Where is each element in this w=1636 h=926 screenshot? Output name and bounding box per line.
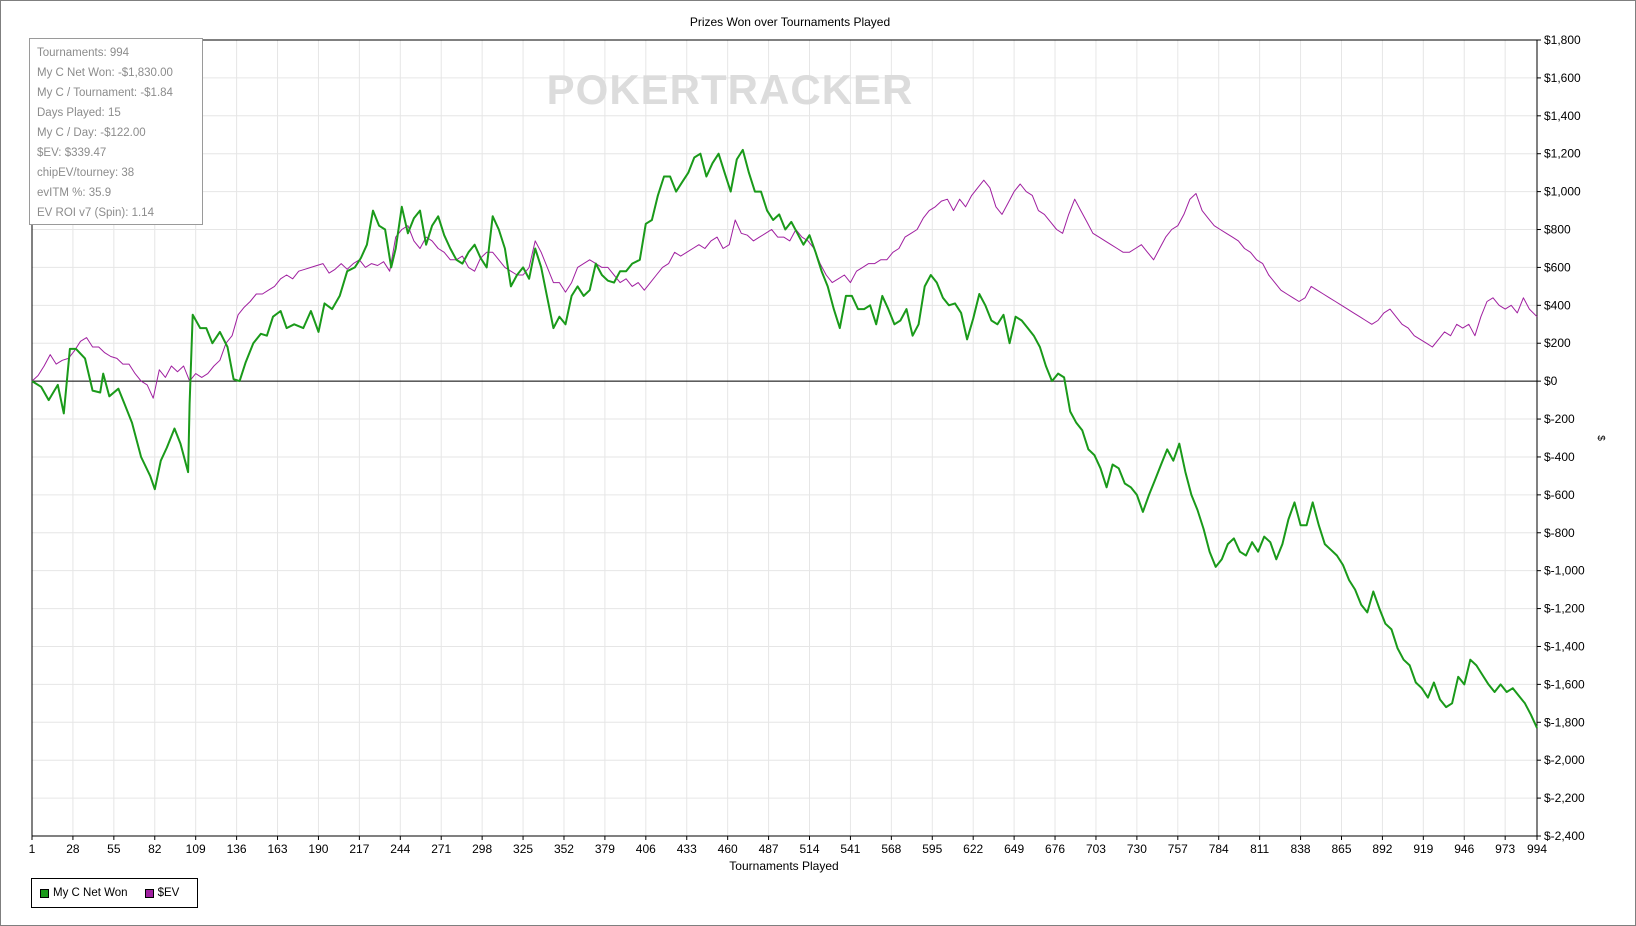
- x-tick-label: 649: [1004, 842, 1024, 856]
- y-tick-label: $-1,200: [1544, 602, 1585, 616]
- legend-swatch-net-won: [40, 888, 49, 898]
- x-tick-label: 325: [513, 842, 533, 856]
- x-tick-label: 244: [390, 842, 410, 856]
- legend-item-ev: $EV: [144, 887, 180, 899]
- legend-item-net-won: My C Net Won: [40, 887, 128, 899]
- y-axis: $1,800 $1,600 $1,400 $1,200 $1,000 $800 $600 $4…: [1537, 33, 1585, 843]
- x-tick-label: 919: [1413, 842, 1433, 856]
- legend: My C Net Won $EV: [31, 878, 198, 908]
- y-tick-label: $-2,000: [1544, 753, 1585, 767]
- y-tick-label: $1,600: [1544, 71, 1581, 85]
- x-tick-label: 406: [636, 842, 656, 856]
- x-tick-label: 109: [186, 842, 206, 856]
- x-tick-label: 514: [799, 842, 819, 856]
- y-tick-label: $-800: [1544, 526, 1575, 540]
- x-tick-label: 892: [1372, 842, 1392, 856]
- x-tick-label: 811: [1250, 842, 1269, 856]
- stat-per-tournament: My C / Tournament: -$1.84: [37, 87, 173, 99]
- x-tick-label: 973: [1495, 842, 1515, 856]
- x-tick-label: 730: [1127, 842, 1147, 856]
- x-tick-label: 541: [840, 842, 860, 856]
- y-tick-label: $1,800: [1544, 33, 1581, 47]
- y-tick-label: $600: [1544, 260, 1571, 274]
- stat-per-day: My C / Day: -$122.00: [37, 127, 146, 139]
- x-tick-label: 757: [1168, 842, 1188, 856]
- y-tick-label: $-1,400: [1544, 639, 1585, 653]
- x-tick-label: 994: [1527, 842, 1547, 856]
- series-line-ev: [31, 179, 1538, 399]
- y-axis-label: $: [1595, 435, 1606, 441]
- x-tick-label: 190: [308, 842, 328, 856]
- plot-area-border: [31, 39, 1538, 837]
- y-tick-label: $-2,400: [1544, 829, 1585, 843]
- svg-text:POKERTRACKER: POKERTRACKER: [547, 66, 914, 113]
- stat-ev: $EV: $339.47: [37, 147, 107, 159]
- x-tick-label: 568: [881, 842, 901, 856]
- x-tick-label: 487: [759, 842, 779, 856]
- series-line-net-won: [31, 148, 1538, 729]
- stat-evitm: evITM %: 35.9: [37, 187, 112, 199]
- y-tick-label: $0: [1544, 374, 1558, 388]
- y-tick-label: $-400: [1544, 450, 1575, 464]
- y-tick-label: $-200: [1544, 412, 1575, 426]
- x-tick-label: 946: [1454, 842, 1474, 856]
- y-tick-label: $-1,800: [1544, 715, 1585, 729]
- x-tick-label: 676: [1045, 842, 1065, 856]
- y-tick-label: $-600: [1544, 488, 1575, 502]
- stat-tournaments: Tournaments: 994: [37, 47, 130, 59]
- x-axis-label: Tournaments Played: [729, 859, 838, 873]
- watermark: POKERTRACKER: [547, 66, 914, 113]
- y-tick-label: $1,200: [1544, 147, 1581, 161]
- legend-label: My C Net Won: [53, 887, 128, 899]
- x-tick-label: 838: [1291, 842, 1311, 856]
- legend-swatch-ev: [144, 888, 154, 898]
- y-tick-label: $1,400: [1544, 109, 1581, 123]
- y-tick-label: $-1,000: [1544, 564, 1585, 578]
- x-tick-label: 298: [472, 842, 492, 856]
- y-tick-label: $-2,200: [1544, 791, 1585, 805]
- grid: [31, 39, 1538, 837]
- x-tick-label: 865: [1331, 842, 1351, 856]
- x-tick-label: 136: [227, 842, 247, 856]
- stat-net-won: My C Net Won: -$1,830.00: [37, 67, 173, 79]
- x-tick-label: 82: [148, 842, 162, 856]
- y-tick-label: $-1,600: [1544, 677, 1585, 691]
- y-tick-label: $1,000: [1544, 185, 1581, 199]
- x-tick-label: 433: [677, 842, 697, 856]
- stat-ev-roi: EV ROI v7 (Spin): 1.14: [37, 207, 154, 219]
- x-tick-label: 163: [268, 842, 288, 856]
- x-tick-label: 784: [1209, 842, 1229, 856]
- series-group: [31, 148, 1538, 729]
- x-tick-label: 379: [595, 842, 615, 856]
- legend-label: $EV: [157, 887, 180, 899]
- x-tick-label: 595: [922, 842, 942, 856]
- x-tick-label: 55: [107, 842, 121, 856]
- x-tick-label: 217: [349, 842, 369, 856]
- stat-days-played: Days Played: 15: [37, 107, 121, 119]
- y-tick-label: $200: [1544, 336, 1571, 350]
- stats-box: Tournaments: 994 My C Net Won: -$1,830.0…: [29, 38, 203, 225]
- stat-chipev: chipEV/tourney: 38: [37, 167, 135, 179]
- y-tick-label: $800: [1544, 223, 1571, 237]
- line-chart: Prizes Won over Tournaments Played POKER…: [29, 15, 1606, 873]
- x-tick-label: 703: [1086, 842, 1106, 856]
- x-tick-label: 622: [963, 842, 983, 856]
- x-tick-label: 28: [66, 842, 80, 856]
- x-tick-label: 352: [554, 842, 574, 856]
- chart-title: Prizes Won over Tournaments Played: [690, 15, 890, 29]
- x-tick-label: 271: [431, 842, 451, 856]
- x-tick-label: 1: [29, 842, 36, 856]
- y-tick-label: $400: [1544, 298, 1571, 312]
- x-tick-label: 460: [718, 842, 738, 856]
- x-axis: 1 28 55 82 109 136 163 190 217 244 271 298 325 352 379…: [29, 836, 1547, 856]
